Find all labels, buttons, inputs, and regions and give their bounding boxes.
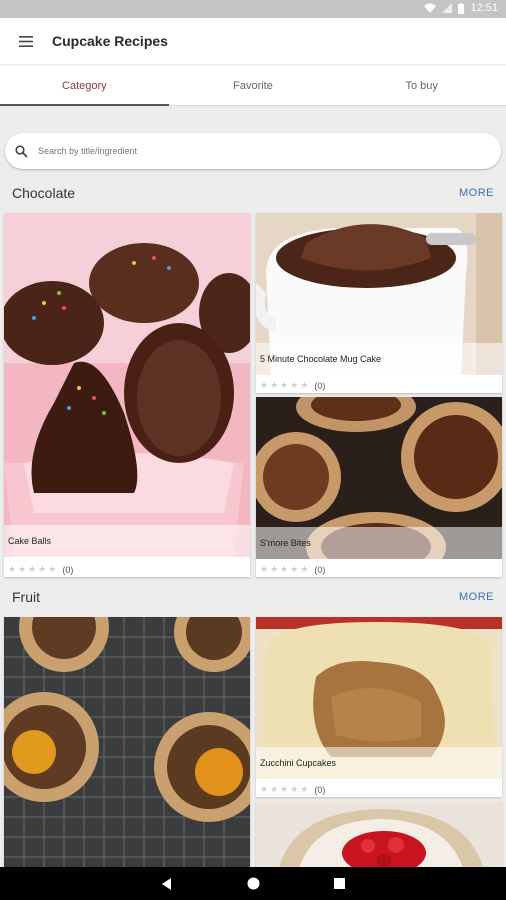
section-header-chocolate: Chocolate MORE [12, 185, 494, 201]
rating-count: (0) [314, 380, 326, 391]
search-icon [15, 144, 28, 158]
recents-icon[interactable] [334, 878, 345, 889]
rating-count: (0) [314, 784, 326, 795]
search-input[interactable] [38, 146, 438, 156]
section-title: Chocolate [12, 185, 76, 201]
rating-count: (0) [314, 564, 326, 575]
star-icon: ★ [280, 784, 289, 794]
star-icon: ★ [290, 380, 299, 390]
star-icon: ★ [48, 564, 57, 574]
status-time: 12:51 [470, 2, 498, 14]
recipe-card-cake-balls[interactable]: Cake Balls ★ ★ ★ ★ ★ (0) [4, 213, 250, 577]
star-icon: ★ [270, 380, 279, 390]
app-title: Cupcake Recipes [52, 33, 168, 49]
navigation-bar [0, 867, 506, 900]
rating: ★ ★ ★ ★ ★ (0) [8, 564, 73, 575]
star-icon: ★ [300, 564, 309, 574]
star-icon: ★ [280, 380, 289, 390]
rating: ★ ★ ★ ★ ★ (0) [260, 784, 325, 795]
tab-bar: Category Favorite To buy [0, 66, 506, 106]
section-header-fruit: Fruit MORE [12, 589, 494, 605]
recipe-card-mug-cake[interactable]: 5 Minute Chocolate Mug Cake ★ ★ ★ ★ ★ (0) [256, 213, 502, 393]
recipe-image [4, 213, 250, 557]
home-icon[interactable] [247, 877, 260, 890]
tab-category[interactable]: Category [0, 66, 169, 106]
recipe-title: Zucchini Cupcakes [256, 747, 502, 779]
hamburger-icon[interactable] [0, 18, 52, 64]
star-icon: ★ [290, 784, 299, 794]
star-icon: ★ [38, 564, 47, 574]
wifi-icon [424, 3, 437, 13]
recipe-title: 5 Minute Chocolate Mug Cake [256, 343, 502, 375]
tab-favorite[interactable]: Favorite [169, 66, 338, 105]
recipe-title: Cake Balls [4, 525, 250, 557]
star-icon: ★ [300, 380, 309, 390]
search-bar[interactable] [5, 133, 501, 169]
recipe-card-smore-bites[interactable]: S'more Bites ★ ★ ★ ★ ★ (0) [256, 397, 502, 577]
recipe-title: S'more Bites [256, 527, 502, 559]
star-icon: ★ [28, 564, 37, 574]
rating: ★ ★ ★ ★ ★ (0) [260, 564, 325, 575]
rating: ★ ★ ★ ★ ★ (0) [260, 380, 325, 391]
back-icon[interactable] [161, 877, 173, 890]
recipe-image [4, 617, 250, 867]
star-icon: ★ [260, 564, 269, 574]
star-icon: ★ [300, 784, 309, 794]
star-icon: ★ [280, 564, 289, 574]
recipe-card-fruit-large[interactable] [4, 617, 250, 867]
star-icon: ★ [290, 564, 299, 574]
recipe-list[interactable]: Chocolate MORE Cake Balls ★★★★★ (0) [0, 107, 506, 867]
battery-icon [458, 2, 465, 14]
star-icon: ★ [270, 564, 279, 574]
star-icon: ★ [260, 380, 269, 390]
more-button[interactable]: MORE [459, 187, 494, 199]
status-bar: 12:51 [0, 0, 506, 18]
section-title: Fruit [12, 589, 40, 605]
app-bar: Cupcake Recipes [0, 18, 506, 64]
more-button[interactable]: MORE [459, 591, 494, 603]
star-icon: ★ [260, 784, 269, 794]
signal-icon [442, 3, 453, 13]
tab-to-buy[interactable]: To buy [337, 66, 506, 105]
recipe-image [256, 801, 502, 867]
rating-count: (0) [62, 564, 74, 575]
star-icon: ★ [8, 564, 17, 574]
star-icon: ★ [270, 784, 279, 794]
recipe-card-fruit-partial[interactable] [256, 801, 502, 867]
star-icon: ★ [18, 564, 27, 574]
recipe-card-zucchini-cupcakes[interactable]: Zucchini Cupcakes ★ ★ ★ ★ ★ (0) [256, 617, 502, 797]
